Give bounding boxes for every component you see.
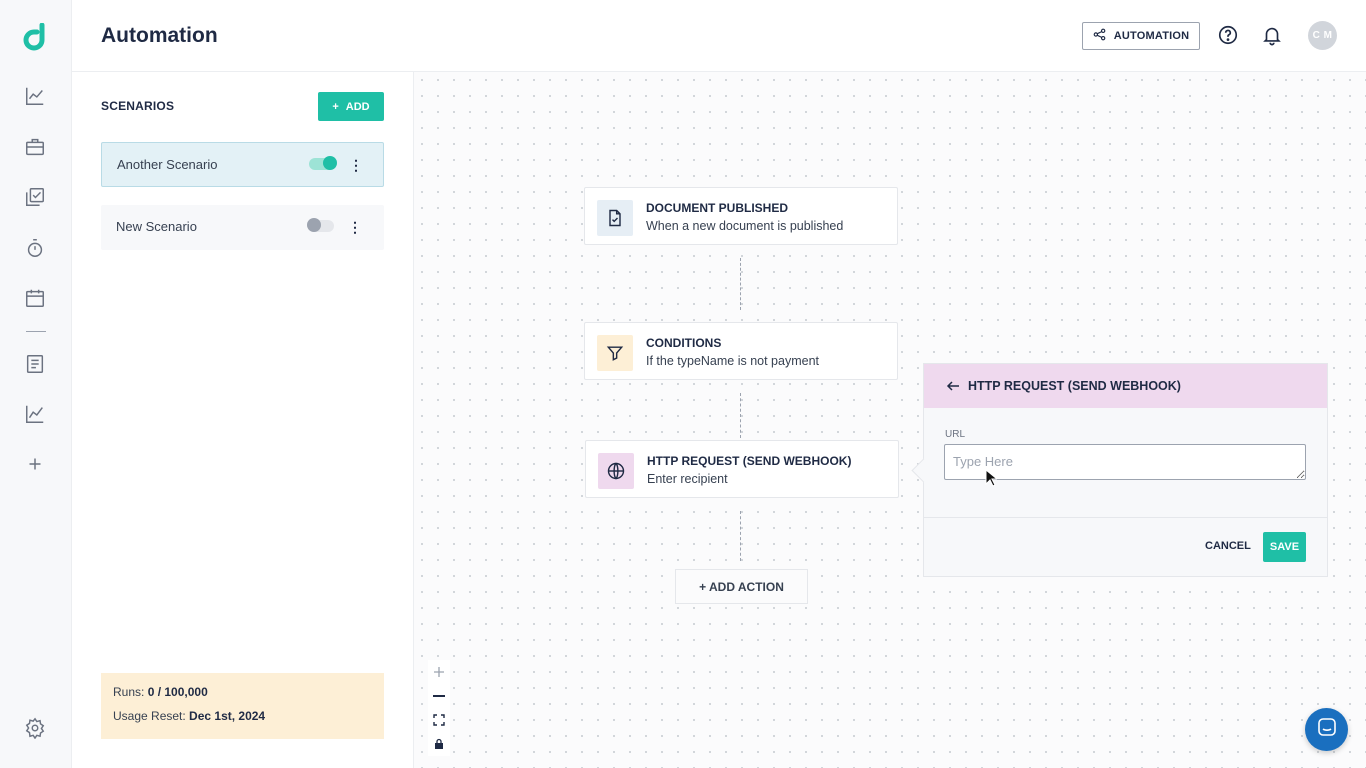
url-label: URL	[945, 429, 966, 440]
share-nodes-icon	[1093, 28, 1106, 44]
flow-connector	[740, 511, 741, 561]
flow-connector	[740, 258, 741, 310]
scenario-toggle[interactable]	[307, 218, 334, 232]
document-icon[interactable]	[24, 353, 48, 377]
usage-box: Runs: 0 / 100,000 Usage Reset: Dec 1st, …	[101, 673, 384, 739]
zoom-controls	[428, 660, 450, 756]
stopwatch-icon[interactable]	[24, 237, 48, 261]
analytics-icon[interactable]	[24, 85, 48, 109]
scenario-item[interactable]: New Scenario ⋮	[101, 205, 384, 250]
plus-icon[interactable]	[24, 453, 48, 477]
nav-rail	[0, 0, 72, 768]
add-button-label: ADD	[345, 100, 370, 113]
scenarios-title: SCENARIOS	[101, 99, 175, 113]
chat-icon	[1317, 717, 1337, 742]
scenario-item[interactable]: Another Scenario ⋮	[101, 142, 384, 187]
chat-launcher-button[interactable]	[1305, 708, 1348, 751]
add-scenario-button[interactable]: + ADD	[318, 92, 384, 121]
node-subtitle: Enter recipient	[647, 472, 728, 486]
save-button[interactable]: SAVE	[1263, 532, 1306, 562]
conditions-node[interactable]: CONDITIONS If the typeName is not paymen…	[584, 322, 898, 380]
lock-icon[interactable]	[428, 732, 450, 756]
scenario-toggle[interactable]	[309, 156, 337, 170]
zoom-in-icon[interactable]	[428, 660, 450, 684]
http-request-config-panel: HTTP REQUEST (SEND WEBHOOK) URL CANCEL S…	[923, 363, 1328, 577]
node-title: HTTP REQUEST (SEND WEBHOOK)	[647, 454, 852, 468]
kebab-menu-icon[interactable]: ⋮	[348, 218, 362, 236]
scenario-name: Another Scenario	[117, 157, 218, 172]
automation-button-label: AUTOMATION	[1113, 30, 1190, 42]
usage-reset-label: Usage Reset:	[113, 709, 186, 723]
config-panel-header: HTTP REQUEST (SEND WEBHOOK)	[924, 364, 1327, 408]
trigger-node[interactable]: DOCUMENT PUBLISHED When a new document i…	[584, 187, 898, 245]
kebab-menu-icon[interactable]: ⋮	[349, 156, 363, 174]
fit-view-icon[interactable]	[428, 708, 450, 732]
usage-reset-value: Dec 1st, 2024	[189, 709, 266, 723]
settings-gear-icon[interactable]	[24, 717, 48, 741]
node-subtitle: When a new document is published	[646, 219, 844, 233]
node-title: CONDITIONS	[646, 336, 722, 350]
panel-divider	[924, 517, 1327, 518]
app-logo-icon[interactable]	[23, 22, 51, 51]
automation-button[interactable]: AUTOMATION	[1082, 22, 1200, 50]
document-check-icon	[597, 200, 633, 236]
url-input[interactable]	[944, 444, 1306, 480]
tasks-icon[interactable]	[24, 186, 48, 210]
filter-icon	[597, 335, 633, 371]
zoom-out-icon[interactable]	[428, 684, 450, 708]
back-arrow-icon[interactable]	[946, 379, 960, 393]
flow-connector	[740, 393, 741, 438]
scenarios-panel: SCENARIOS + ADD Another Scenario ⋮ New S…	[72, 72, 414, 768]
page-title: Automation	[101, 24, 218, 47]
runs-label: Runs:	[113, 685, 145, 699]
plus-icon: +	[332, 100, 339, 113]
runs-value: 0 / 100,000	[147, 685, 208, 699]
briefcase-icon[interactable]	[24, 136, 48, 160]
notification-bell-icon[interactable]	[1261, 24, 1285, 48]
node-subtitle: If the typeName is not payment	[646, 354, 820, 368]
scenario-name: New Scenario	[116, 219, 197, 234]
top-header: Automation AUTOMATION C M	[72, 0, 1366, 72]
config-panel-title: HTTP REQUEST (SEND WEBHOOK)	[968, 379, 1181, 393]
cancel-button[interactable]: CANCEL	[1205, 540, 1251, 552]
reports-icon[interactable]	[24, 403, 48, 427]
calendar-icon[interactable]	[24, 287, 48, 311]
node-title: DOCUMENT PUBLISHED	[646, 201, 789, 215]
mouse-cursor-icon	[985, 468, 999, 487]
add-action-button[interactable]: + ADD ACTION	[675, 569, 808, 604]
nav-divider	[26, 331, 46, 332]
help-icon[interactable]	[1217, 24, 1241, 48]
http-request-node[interactable]: HTTP REQUEST (SEND WEBHOOK) Enter recipi…	[585, 440, 899, 498]
user-avatar[interactable]: C M	[1308, 21, 1337, 50]
globe-icon	[598, 453, 634, 489]
